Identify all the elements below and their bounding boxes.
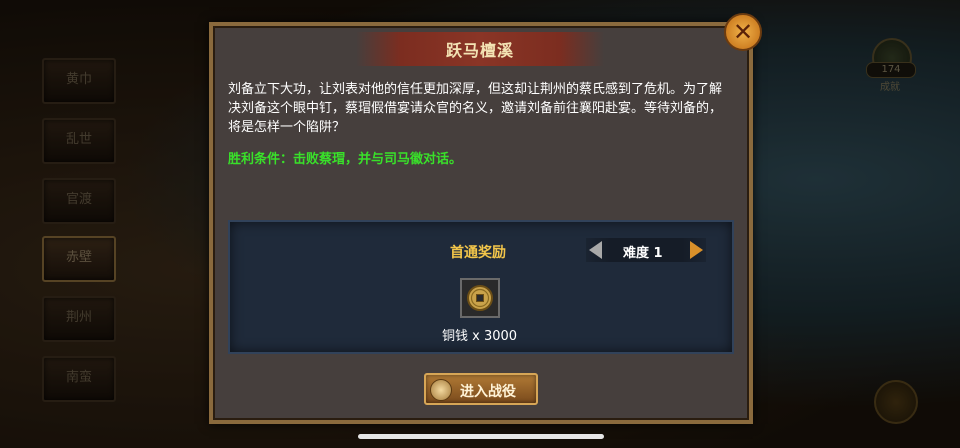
title-banner: 跃马檀溪 (356, 32, 604, 66)
close-button[interactable]: ✕ (724, 13, 762, 51)
stage-description: 刘备立下大功，让刘表对他的信任更加深厚，但这却让荆州的蔡氏感到了危机。为了解决刘… (228, 82, 723, 135)
reward-title: 首通奖励 (450, 245, 506, 261)
reward-item-label: 铜钱 x 3000 (442, 329, 518, 344)
difficulty-label: 难度 1 (623, 246, 663, 261)
battle-icon (430, 379, 452, 401)
chevron-right-icon[interactable] (690, 241, 703, 259)
chevron-left-icon[interactable] (589, 241, 602, 259)
close-icon: ✕ (732, 18, 754, 46)
reward-item-slot[interactable] (460, 278, 500, 318)
enter-battle-button[interactable]: 进入战役 (424, 373, 538, 405)
dialog-title: 跃马檀溪 (445, 41, 514, 60)
enter-battle-label: 进入战役 (460, 384, 516, 400)
home-indicator[interactable] (358, 434, 604, 439)
copper-coin-icon (467, 285, 493, 311)
victory-condition: 胜利条件：击败蔡瑁，并与司马徽对话。 (228, 152, 463, 167)
